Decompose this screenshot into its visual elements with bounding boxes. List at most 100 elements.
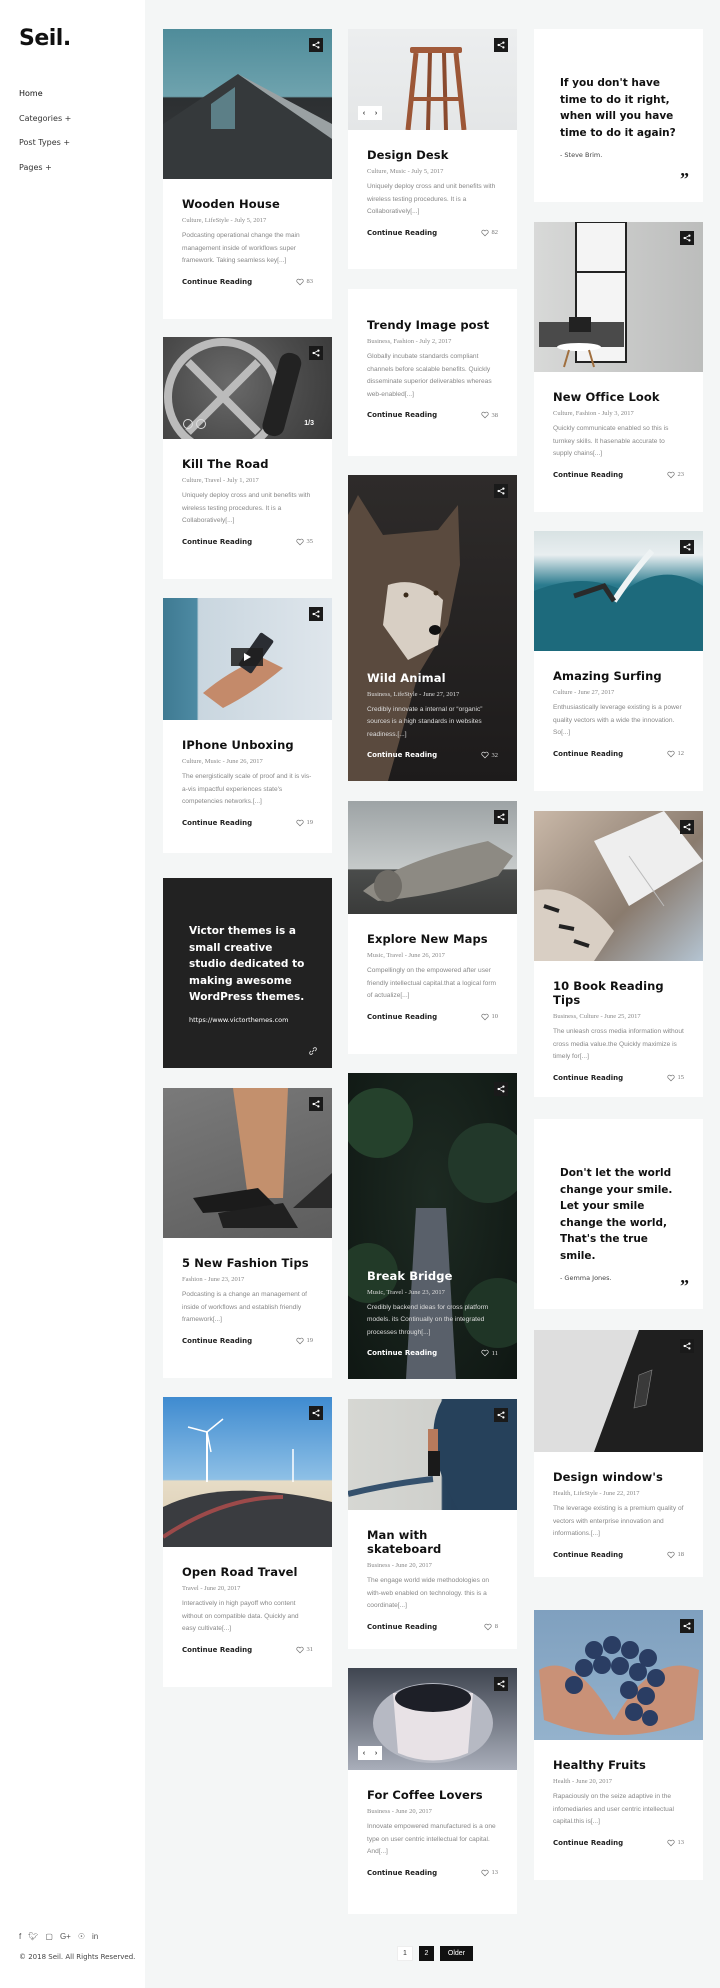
like-button[interactable]: 32 xyxy=(481,751,498,759)
post-title[interactable]: Open Road Travel xyxy=(182,1565,313,1579)
continue-reading-link[interactable]: Continue Reading xyxy=(553,1839,623,1847)
share-icon[interactable] xyxy=(309,607,323,621)
continue-reading-link[interactable]: Continue Reading xyxy=(367,1623,437,1631)
post-title[interactable]: 5 New Fashion Tips xyxy=(182,1256,313,1270)
share-icon[interactable] xyxy=(309,346,323,360)
like-button[interactable]: 13 xyxy=(667,1839,684,1847)
continue-reading-link[interactable]: Continue Reading xyxy=(182,278,252,286)
site-logo[interactable]: Seil. xyxy=(19,26,71,51)
nav-item-home[interactable]: Home xyxy=(19,88,71,113)
continue-reading-link[interactable]: Continue Reading xyxy=(367,1349,437,1357)
post-title[interactable]: Design Desk xyxy=(367,148,498,162)
post-image[interactable] xyxy=(348,801,517,914)
post-image[interactable] xyxy=(534,1610,703,1740)
post-image[interactable] xyxy=(534,1330,703,1452)
nav-item-post-types[interactable]: Post Types + xyxy=(19,137,71,162)
facebook-icon[interactable]: f xyxy=(19,1932,21,1941)
post-image[interactable] xyxy=(534,531,703,651)
share-icon[interactable] xyxy=(494,810,508,824)
like-button[interactable]: 83 xyxy=(296,278,313,286)
share-icon[interactable] xyxy=(494,1082,508,1096)
like-button[interactable]: 31 xyxy=(296,1646,313,1654)
post-title[interactable]: Healthy Fruits xyxy=(553,1758,684,1772)
nav-item-pages[interactable]: Pages + xyxy=(19,162,71,187)
post-image[interactable] xyxy=(348,1399,517,1510)
page-1-button[interactable]: 1 xyxy=(397,1946,413,1961)
post-title[interactable]: Break Bridge xyxy=(367,1269,498,1283)
post-image[interactable]: ‹ › xyxy=(348,1668,517,1770)
share-icon[interactable] xyxy=(494,1677,508,1691)
continue-reading-link[interactable]: Continue Reading xyxy=(367,751,437,759)
share-icon[interactable] xyxy=(680,820,694,834)
post-title[interactable]: Kill The Road xyxy=(182,457,313,471)
share-icon[interactable] xyxy=(680,540,694,554)
post-title[interactable]: IPhone Unboxing xyxy=(182,738,313,752)
slider-next-icon[interactable]: › xyxy=(375,1750,377,1757)
slider-next-icon[interactable]: › xyxy=(375,110,377,117)
post-image[interactable] xyxy=(534,222,703,372)
post-title[interactable]: Trendy Image post xyxy=(367,318,498,332)
post-image[interactable] xyxy=(163,29,332,179)
like-button[interactable]: 10 xyxy=(481,1013,498,1021)
link-icon[interactable] xyxy=(308,1046,318,1056)
continue-reading-link[interactable]: Continue Reading xyxy=(182,538,252,546)
share-icon[interactable] xyxy=(309,38,323,52)
like-button[interactable]: 19 xyxy=(296,819,313,827)
link-post-url[interactable]: https://www.victorthemes.com xyxy=(163,1006,332,1024)
post-title[interactable]: Wild Animal xyxy=(367,671,498,685)
linkedin-icon[interactable]: in xyxy=(92,1932,98,1941)
share-icon[interactable] xyxy=(309,1097,323,1111)
like-button[interactable]: 18 xyxy=(667,1551,684,1559)
like-button[interactable]: 35 xyxy=(296,538,313,546)
post-title[interactable]: New Office Look xyxy=(553,390,684,404)
like-button[interactable]: 8 xyxy=(484,1623,498,1631)
share-icon[interactable] xyxy=(494,1408,508,1422)
post-image[interactable]: ‹ › xyxy=(348,29,517,130)
play-video-button[interactable] xyxy=(231,648,263,666)
post-image[interactable] xyxy=(163,1397,332,1547)
instagram-icon[interactable]: ▢ xyxy=(45,1932,53,1941)
share-icon[interactable] xyxy=(494,38,508,52)
continue-reading-link[interactable]: Continue Reading xyxy=(553,750,623,758)
continue-reading-link[interactable]: Continue Reading xyxy=(182,1337,252,1345)
continue-reading-link[interactable]: Continue Reading xyxy=(367,229,437,237)
continue-reading-link[interactable]: Continue Reading xyxy=(367,411,437,419)
continue-reading-link[interactable]: Continue Reading xyxy=(367,1869,437,1877)
like-button[interactable]: 11 xyxy=(481,1349,498,1357)
like-button[interactable]: 23 xyxy=(667,471,684,479)
slider-next[interactable] xyxy=(196,419,206,429)
share-icon[interactable] xyxy=(494,484,508,498)
like-button[interactable]: 82 xyxy=(481,229,498,237)
share-icon[interactable] xyxy=(680,1339,694,1353)
post-title[interactable]: Amazing Surfing xyxy=(553,669,684,683)
post-title[interactable]: Wooden House xyxy=(182,197,313,211)
slider-prev-icon[interactable]: ‹ xyxy=(363,110,365,117)
continue-reading-link[interactable]: Continue Reading xyxy=(367,1013,437,1021)
older-posts-button[interactable]: Older xyxy=(439,1946,474,1961)
post-title[interactable]: Explore New Maps xyxy=(367,932,498,946)
slider-prev[interactable] xyxy=(183,419,193,429)
post-image[interactable]: 1/3 xyxy=(163,337,332,439)
like-button[interactable]: 12 xyxy=(667,750,684,758)
post-image[interactable] xyxy=(534,811,703,961)
post-title[interactable]: 10 Book Reading Tips xyxy=(553,979,684,1007)
share-icon[interactable] xyxy=(680,231,694,245)
twitter-icon[interactable]: 🐦︎ xyxy=(28,1932,38,1941)
share-icon[interactable] xyxy=(309,1406,323,1420)
continue-reading-link[interactable]: Continue Reading xyxy=(182,1646,252,1654)
post-title[interactable]: Man with skateboard xyxy=(367,1528,498,1556)
pinterest-icon[interactable]: ☉ xyxy=(78,1932,85,1941)
continue-reading-link[interactable]: Continue Reading xyxy=(182,819,252,827)
nav-item-categories[interactable]: Categories + xyxy=(19,113,71,138)
post-title[interactable]: For Coffee Lovers xyxy=(367,1788,498,1802)
post-title[interactable]: Design window's xyxy=(553,1470,684,1484)
google-plus-icon[interactable]: G+ xyxy=(60,1932,71,1941)
like-button[interactable]: 38 xyxy=(481,411,498,419)
post-image[interactable] xyxy=(163,598,332,720)
like-button[interactable]: 13 xyxy=(481,1869,498,1877)
post-image[interactable] xyxy=(163,1088,332,1238)
continue-reading-link[interactable]: Continue Reading xyxy=(553,1074,623,1082)
share-icon[interactable] xyxy=(680,1619,694,1633)
page-2-button[interactable]: 2 xyxy=(418,1946,434,1961)
like-button[interactable]: 19 xyxy=(296,1337,313,1345)
